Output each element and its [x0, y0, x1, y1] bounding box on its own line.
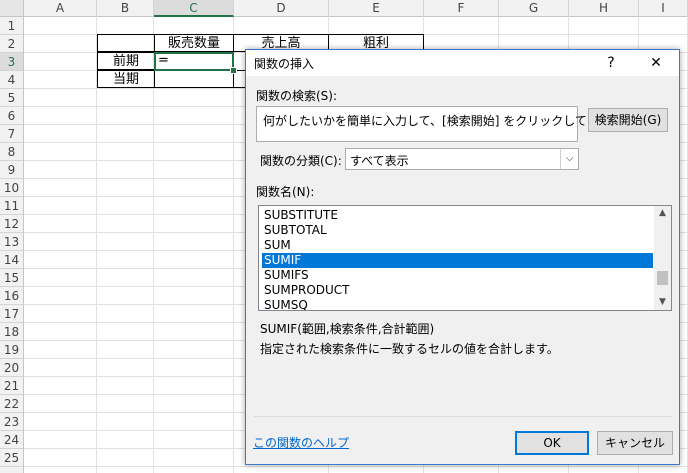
dialog-title: 関数の挿入: [254, 57, 315, 71]
function-description: 指定された検索条件に一致するセルの値を合計します。: [260, 342, 559, 356]
help-icon[interactable]: ?: [598, 52, 624, 74]
row-header-8[interactable]: 8: [0, 143, 23, 161]
dialog-titlebar[interactable]: 関数の挿入 ? ✕: [246, 50, 679, 76]
divider: [254, 416, 672, 417]
cell-B4[interactable]: 当期: [97, 70, 155, 88]
column-header-B[interactable]: B: [97, 0, 154, 17]
row-header-18[interactable]: 18: [0, 323, 23, 341]
select-all-corner[interactable]: [0, 0, 24, 17]
column-header-D[interactable]: D: [234, 0, 329, 17]
close-icon[interactable]: ✕: [643, 52, 669, 74]
row-header-23[interactable]: 23: [0, 413, 23, 431]
active-cell-border: [154, 52, 234, 71]
row-header-10[interactable]: 10: [0, 179, 23, 197]
column-header-G[interactable]: G: [499, 0, 569, 17]
cell-C2[interactable]: 販売数量: [154, 34, 234, 52]
scrollbar-thumb[interactable]: [657, 271, 668, 285]
row-header-2[interactable]: 2: [0, 35, 23, 53]
row-header-20[interactable]: 20: [0, 359, 23, 377]
row-header-16[interactable]: 16: [0, 287, 23, 305]
category-label: 関数の分類(C):: [260, 154, 342, 168]
function-list-item[interactable]: SUBSTITUTE: [262, 208, 653, 223]
function-list-item[interactable]: SUMSQ: [262, 298, 653, 310]
row-header-6[interactable]: 6: [0, 107, 23, 125]
row-header-14[interactable]: 14: [0, 251, 23, 269]
cell-C4[interactable]: [154, 70, 234, 88]
function-list-item[interactable]: SUMPRODUCT: [262, 283, 653, 298]
column-header-C[interactable]: C: [154, 0, 234, 17]
function-syntax: SUMIF(範囲,検索条件,合計範囲): [260, 322, 435, 336]
row-header-25[interactable]: 25: [0, 449, 23, 467]
row-header-21[interactable]: 21: [0, 377, 23, 395]
function-list-item[interactable]: SUMIF: [262, 253, 653, 268]
gridline-horizontal: [24, 466, 688, 467]
function-list-item[interactable]: SUM: [262, 238, 653, 253]
search-label: 関数の検索(S):: [256, 89, 338, 103]
cell-B2[interactable]: [97, 34, 155, 52]
scroll-down-icon[interactable]: ▼: [654, 295, 671, 310]
row-header-9[interactable]: 9: [0, 161, 23, 179]
row-header-3[interactable]: 3: [0, 53, 23, 71]
function-list-item[interactable]: SUMIFS: [262, 268, 653, 283]
fill-handle[interactable]: [230, 67, 237, 74]
function-name-label: 関数名(N):: [256, 185, 315, 199]
chevron-down-icon[interactable]: ⌵: [560, 149, 578, 169]
column-header-F[interactable]: F: [424, 0, 499, 17]
column-header-H[interactable]: H: [569, 0, 639, 17]
cell-B3[interactable]: 前期: [97, 52, 155, 70]
row-header-19[interactable]: 19: [0, 341, 23, 359]
row-header-15[interactable]: 15: [0, 269, 23, 287]
function-list[interactable]: SUMSQ SUMPRODUCT SUMIFS SUMIF SUM SUBTOTAL SUB…: [258, 205, 672, 311]
row-header-5[interactable]: 5: [0, 89, 23, 107]
column-header-I[interactable]: I: [639, 0, 688, 17]
row-header-4[interactable]: 4: [0, 71, 23, 89]
row-header-11[interactable]: 11: [0, 197, 23, 215]
row-header-13[interactable]: 13: [0, 233, 23, 251]
row-header-12[interactable]: 12: [0, 215, 23, 233]
ok-button[interactable]: OK: [515, 431, 589, 455]
cancel-button[interactable]: キャンセル: [597, 431, 673, 455]
search-button[interactable]: 検索開始(G): [588, 108, 668, 132]
column-header-E[interactable]: E: [329, 0, 424, 17]
insert-function-dialog: 関数の挿入 ? ✕ 関数の検索(S): 何がしたいかを簡単に入力して、[検索開始…: [245, 49, 680, 465]
list-scrollbar[interactable]: ▲ ▼: [654, 206, 671, 310]
row-header-24[interactable]: 24: [0, 431, 23, 449]
function-list-item[interactable]: SUBTOTAL: [262, 223, 653, 238]
row-header-22[interactable]: 22: [0, 395, 23, 413]
row-header-7[interactable]: 7: [0, 125, 23, 143]
column-header-A[interactable]: A: [24, 0, 97, 17]
column-headers: ABCDEFGHI: [24, 0, 688, 17]
row-header-1[interactable]: 1: [0, 17, 23, 35]
function-search-input[interactable]: 何がしたいかを簡単に入力して、[検索開始] をクリックしてください。: [256, 106, 647, 142]
row-header-17[interactable]: 17: [0, 305, 23, 323]
function-help-link[interactable]: この関数のヘルプ: [253, 434, 349, 451]
scroll-up-icon[interactable]: ▲: [654, 206, 671, 221]
category-value: すべて表示: [350, 154, 409, 168]
row-headers: 1 2 3 4 5 6 7 8 9 10 11 12 13 14 15 16 17 18 19 20 21 22 23 24 2…: [0, 17, 24, 473]
category-select[interactable]: すべて表示 ⌵: [345, 148, 579, 170]
